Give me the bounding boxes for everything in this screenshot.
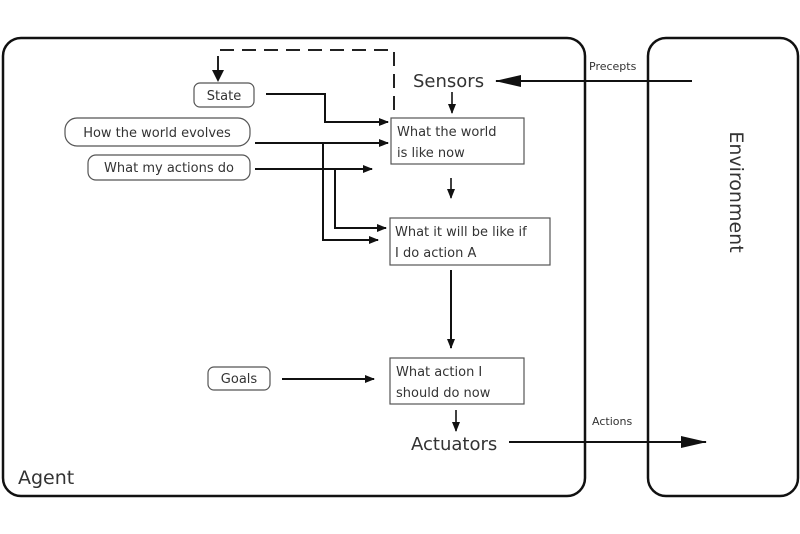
evolves-to-future-arrow	[322, 143, 379, 244]
action-now-line2: should do now	[396, 386, 491, 401]
action-now-line1: What action I	[396, 365, 482, 380]
state-to-world-arrow	[266, 93, 389, 126]
environment-label: Environment	[725, 131, 747, 252]
percepts-label: Precepts	[589, 60, 637, 73]
world-now-line2: is like now	[397, 146, 465, 161]
actuators-label: Actuators	[411, 434, 497, 455]
state-label: State	[207, 89, 241, 104]
state-feedback-arrowhead	[212, 70, 224, 82]
actions-do-to-future-arrow	[334, 169, 387, 232]
world-evolves-label: How the world evolves	[83, 126, 231, 141]
environment-container	[646, 36, 800, 498]
goals-label: Goals	[221, 372, 258, 387]
will-be-like-line1: What it will be like if	[395, 225, 527, 240]
world-now-line1: What the world	[397, 125, 497, 140]
actions-label: Actions	[592, 415, 632, 428]
agent-label: Agent	[18, 467, 74, 489]
agent-diagram: Agent Environment Precepts Sensors State…	[1, 36, 800, 498]
agent-container	[1, 36, 587, 498]
will-be-like-line2: I do action A	[395, 246, 476, 261]
actions-do-label: What my actions do	[104, 161, 234, 176]
sensors-label: Sensors	[413, 71, 484, 92]
